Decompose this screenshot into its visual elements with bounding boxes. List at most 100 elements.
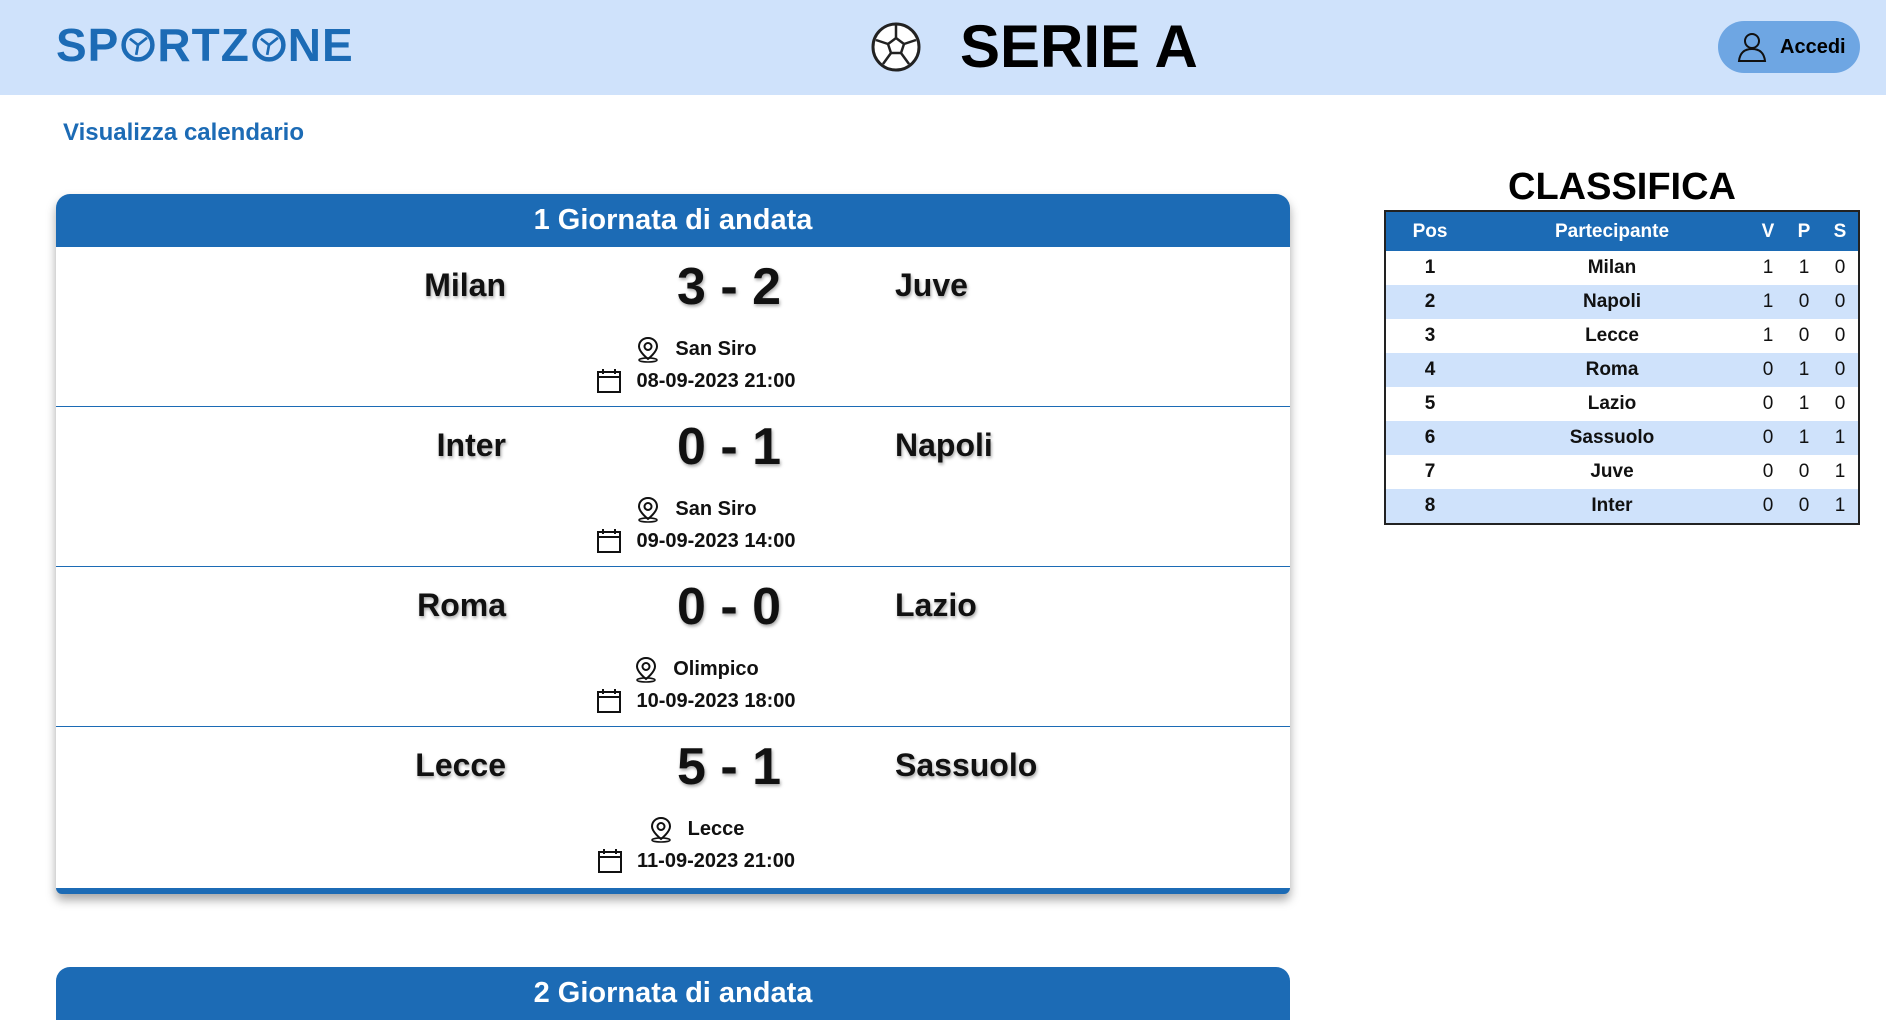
sportzone-logo[interactable]: SP RTZ NE [56,19,354,71]
row-wins: 0 [1762,461,1774,482]
row-losses: 1 [1822,421,1859,455]
match-row[interactable]: Roma 0 - 0 Lazio Olimpico 10-09-2023 18:… [56,567,1290,727]
row-wins: 0 [1750,353,1786,387]
row-draws: 0 [1798,325,1810,346]
row-pos: 5 [1424,393,1436,414]
match-date: 08-09-2023 21:00 [496,367,896,395]
soccer-ball-icon [871,22,921,72]
table-row: 8 Inter 0 0 1 [1385,489,1859,524]
row-team: Lecce [1585,325,1639,346]
match-row[interactable]: Lecce 5 - 1 Sassuolo Lecce 11-09-2023 21… [56,727,1290,887]
home-team: Inter [436,427,506,463]
calendar-icon [597,369,622,393]
map-pin-icon [636,656,657,683]
row-pos: 2 [1385,285,1474,319]
calendar-icon [598,849,623,873]
row-wins: 0 [1762,393,1774,414]
row-team: Milan [1587,257,1637,278]
row-losses: 0 [1834,325,1846,346]
row-draws: 0 [1786,489,1822,524]
row-team: Inter [1474,489,1750,524]
table-row: 6 Sassuolo 0 1 1 [1385,421,1859,455]
row-draws: 1 [1786,421,1822,455]
home-team: Milan [424,267,506,303]
row-pos: 1 [1424,257,1436,278]
away-team: Sassuolo [895,747,1038,783]
table-row: 4 Roma 0 1 0 [1385,353,1859,387]
map-pin-icon [638,336,659,363]
row-losses: 1 [1834,461,1846,482]
row-losses: 0 [1822,285,1859,319]
standings-header-row: Pos Partecipante V P S [1385,211,1859,251]
venue-name: Lecce [687,817,745,840]
standings-table: Pos Partecipante V P S 1 Milan 1 1 0 2 N… [1384,210,1860,525]
login-button[interactable]: Accedi [1718,21,1860,73]
match-score: 0 - 0 [676,578,782,636]
home-team: Roma [417,587,506,623]
row-team: Napoli [1474,285,1750,319]
row-losses: 1 [1822,489,1859,524]
match-row[interactable]: Inter 0 - 1 Napoli San Siro 09-09-2023 1… [56,407,1290,567]
row-wins: 1 [1762,325,1774,346]
row-team: Juve [1590,461,1634,482]
row-team: Roma [1474,353,1750,387]
match-score: 5 - 1 [676,738,782,796]
row-draws: 1 [1786,353,1822,387]
calendar-icon [597,689,622,713]
row-losses: 0 [1834,257,1846,278]
standings-title: CLASSIFICA [1508,166,1736,208]
table-row: 2 Napoli 1 0 0 [1385,285,1859,319]
header-losses: S [1822,211,1859,251]
row-pos: 4 [1385,353,1474,387]
header-pos: Pos [1385,211,1474,251]
match-date: 11-09-2023 21:00 [496,847,896,875]
table-row: 3 Lecce 1 0 0 [1385,319,1859,353]
row-wins: 1 [1762,257,1774,278]
user-icon [1737,33,1767,62]
round-card: 2 Giornata di andata [56,967,1290,1027]
logo-text-start: SP [56,19,120,71]
logo-text-end: NE [287,19,354,71]
table-row: 1 Milan 1 1 0 [1385,251,1859,285]
row-pos: 3 [1424,325,1436,346]
away-team: Napoli [895,427,993,463]
row-wins: 0 [1750,421,1786,455]
match-date: 10-09-2023 18:00 [496,687,896,715]
row-pos: 7 [1424,461,1436,482]
row-pos: 8 [1385,489,1474,524]
row-wins: 1 [1750,285,1786,319]
match-venue: San Siro [496,335,896,363]
view-calendar-link[interactable]: Visualizza calendario [63,119,304,147]
calendar-icon [597,529,622,553]
match-datetime: 10-09-2023 18:00 [636,689,796,712]
row-draws: 1 [1798,393,1810,414]
header-draws: P [1786,211,1822,251]
away-team: Lazio [895,587,977,623]
match-venue: Olimpico [496,655,896,683]
round-title: 2 Giornata di andata [56,967,1290,1020]
header-team: Partecipante [1474,211,1750,251]
map-pin-icon [650,816,671,843]
soccer-ball-icon [121,28,156,62]
row-draws: 1 [1798,257,1810,278]
match-row[interactable]: Milan 3 - 2 Juve San Siro 08-09-2023 21:… [56,247,1290,407]
match-datetime: 08-09-2023 21:00 [636,369,796,392]
table-row: 5 Lazio 0 1 0 [1385,387,1859,421]
venue-name: San Siro [675,497,757,520]
table-row: 7 Juve 0 0 1 [1385,455,1859,489]
row-wins: 0 [1750,489,1786,524]
match-datetime: 11-09-2023 21:00 [637,849,795,872]
match-score: 0 - 1 [676,418,782,476]
row-pos: 6 [1385,421,1474,455]
row-team: Lazio [1587,393,1637,414]
round-title: 1 Giornata di andata [56,194,1290,247]
map-pin-icon [638,496,659,523]
soccer-ball-icon [252,28,286,62]
match-score: 3 - 2 [676,258,782,316]
row-losses: 0 [1834,393,1846,414]
login-label: Accedi [1780,35,1846,58]
round-card: 1 Giornata di andata Milan 3 - 2 Juve Sa… [56,194,1290,894]
home-team: Lecce [415,747,506,783]
away-team: Juve [895,267,968,303]
header-wins: V [1750,211,1786,251]
